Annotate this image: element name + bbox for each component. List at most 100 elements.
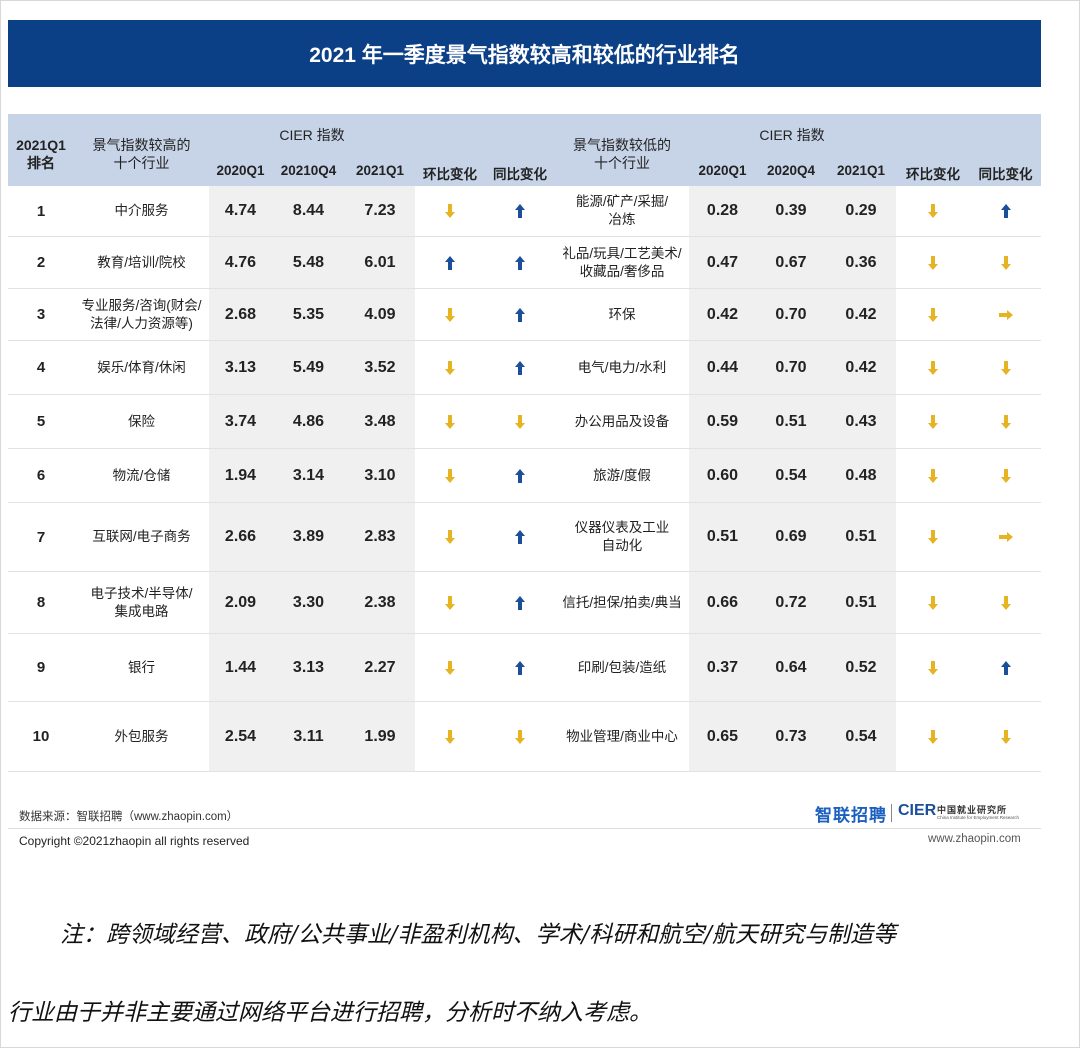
- rank-header: 2021Q1 排名: [8, 136, 74, 172]
- high-industry-line1: 中介服务: [114, 203, 169, 218]
- high-2020q4-value: 3.30: [272, 572, 345, 633]
- table-row: 10 外包服务 2.54 3.11 1.99 物业管理/商业中心 0.65 0.73 0.54: [8, 702, 1041, 772]
- table-row: 2 教育/培训/院校 4.76 5.48 6.01 礼品/玩具/工艺美术/收藏品/奢侈品 0…: [8, 237, 1041, 289]
- arrow-up-icon: [1000, 660, 1011, 675]
- low-yoy-arrow-cell: [970, 341, 1041, 394]
- high-industry-line1: 教育/培训/院校: [97, 254, 186, 270]
- high-2021q1-value: 7.23: [345, 186, 415, 236]
- left-col-2021q1: 2021Q1: [355, 163, 405, 178]
- low-2021q1-value: 0.36: [826, 237, 896, 288]
- high-2020q1-value: 4.74: [209, 186, 272, 236]
- low-industry-line1: 礼品/玩具/工艺美术/: [562, 245, 682, 261]
- arrow-down-icon: [445, 595, 455, 610]
- low-qoq-arrow-cell: [896, 237, 970, 288]
- high-industry-line1: 外包服务: [114, 728, 169, 744]
- high-qoq-arrow-cell: [415, 237, 485, 288]
- high-qoq-arrow-cell: [415, 289, 485, 340]
- arrow-up-icon: [515, 530, 525, 544]
- high-industry-line1: 电子技术/半导体/: [90, 585, 193, 601]
- high-yoy-arrow-cell: [485, 341, 555, 394]
- low-industry-header-line2: 十个行业: [594, 155, 650, 171]
- high-industry-line2: 法律/人力资源等): [90, 315, 193, 331]
- high-2021q1-value: 2.83: [345, 503, 415, 571]
- high-industry-header-line1: 景气指数较高的: [92, 137, 191, 153]
- arrow-down-icon: [1000, 255, 1011, 270]
- high-2021q1-value: 3.10: [345, 449, 415, 502]
- table-row: 9 银行 1.44 3.13 2.27 印刷/包装/造纸 0.37 0.64 0.52: [8, 634, 1041, 702]
- arrow-down-icon: [928, 468, 938, 483]
- rank-cell: 9: [36, 659, 46, 676]
- footer-divider: [8, 828, 1041, 829]
- low-yoy-arrow-cell: [970, 395, 1041, 448]
- low-2021q1-value: 0.42: [826, 289, 896, 340]
- low-industry-line1: 物业管理/商业中心: [566, 728, 678, 744]
- low-industry-cell: 物业管理/商业中心: [555, 702, 689, 771]
- table-row: 7 互联网/电子商务 2.66 3.89 2.83 仪器仪表及工业 自动化 0.51 0.69 0…: [8, 503, 1041, 572]
- high-2020q1-value: 2.09: [209, 572, 272, 633]
- low-industry-cell: 信托/担保/拍卖/典当: [555, 572, 689, 633]
- high-industry-cell: 互联网/电子商务: [74, 509, 210, 565]
- low-2020q1-value: 0.42: [689, 289, 756, 340]
- low-yoy-arrow-cell: [970, 572, 1041, 633]
- low-industry-cell: 环保: [555, 289, 689, 340]
- table-row: 5 保险 3.74 4.86 3.48 办公用品及设备 0.59 0.51 0.43: [8, 395, 1041, 449]
- low-2021q1-value: 0.51: [826, 503, 896, 571]
- low-qoq-arrow-cell: [896, 572, 970, 633]
- high-industry-cell: 外包服务: [74, 708, 210, 765]
- right-col-2020q1: 2020Q1: [698, 163, 747, 178]
- low-2021q1-value: 0.48: [826, 449, 896, 502]
- low-2021q1-value: 0.29: [826, 186, 896, 236]
- low-qoq-arrow-cell: [896, 289, 970, 340]
- low-2020q1-value: 0.51: [689, 503, 756, 571]
- cier-left-header: CIER 指数: [279, 127, 345, 143]
- arrow-down-icon: [928, 307, 938, 322]
- high-qoq-arrow-cell: [415, 503, 485, 571]
- low-industry-line2: 冶炼: [608, 212, 636, 227]
- low-qoq-arrow-cell: [896, 341, 970, 394]
- right-col-qoq: 环比变化: [906, 167, 960, 182]
- arrow-up-icon: [515, 468, 525, 483]
- low-2021q1-value: 0.52: [826, 634, 896, 701]
- high-industry-header: 景气指数较高的 十个行业: [74, 136, 209, 172]
- high-industry-header-line2: 十个行业: [113, 155, 170, 171]
- low-industry-line1: 信托/担保/拍卖/典当: [562, 594, 682, 610]
- arrow-down-icon: [515, 729, 525, 744]
- low-2020q1-value: 0.44: [689, 341, 756, 394]
- high-qoq-arrow-cell: [415, 449, 485, 502]
- low-2020q4-value: 0.70: [756, 289, 826, 340]
- arrow-up-icon: [515, 660, 525, 675]
- low-2020q4-value: 0.64: [756, 634, 826, 701]
- right-col-2021q1: 2021Q1: [836, 163, 886, 178]
- high-qoq-arrow-cell: [415, 702, 485, 771]
- rank-cell: 7: [36, 528, 46, 546]
- table-header: 2021Q1 排名 景气指数较高的 十个行业 CIER 指数 2020Q1 20…: [8, 114, 1041, 186]
- low-2021q1-value: 0.43: [826, 395, 896, 448]
- low-qoq-arrow-cell: [896, 702, 970, 771]
- arrow-down-icon: [1000, 595, 1011, 610]
- high-industry-cell: 教育/培训/院校: [74, 243, 210, 282]
- left-col-yoy: 同比变化: [493, 167, 547, 182]
- table-row: 3 专业服务/咨询(财会/法律/人力资源等) 2.68 5.35 4.09 环保 0.42 0…: [8, 289, 1041, 341]
- low-2020q4-value: 0.72: [756, 572, 826, 633]
- rank-cell: 5: [36, 413, 46, 430]
- arrow-down-icon: [445, 530, 455, 544]
- arrow-down-icon: [515, 414, 525, 429]
- high-2021q1-value: 3.48: [345, 395, 415, 448]
- high-yoy-arrow-cell: [485, 449, 555, 502]
- rank-header-line2: 排名: [27, 155, 55, 171]
- low-2020q1-value: 0.37: [689, 634, 756, 701]
- high-2020q4-value: 3.13: [272, 634, 345, 701]
- low-industry-line1: 旅游/度假: [593, 467, 651, 483]
- cier-logo: CIER: [898, 802, 937, 819]
- high-industry-cell: 保险: [74, 401, 210, 442]
- high-2020q4-value: 8.44: [272, 186, 345, 236]
- high-2021q1-value: 3.52: [345, 341, 415, 394]
- arrow-up-icon: [515, 255, 525, 270]
- low-industry-cell: 印刷/包装/造纸: [555, 634, 689, 701]
- low-yoy-arrow-cell: [970, 237, 1041, 288]
- low-qoq-arrow-cell: [896, 186, 970, 236]
- low-industry-line1: 办公用品及设备: [574, 413, 670, 429]
- arrow-down-icon: [445, 729, 455, 744]
- page-title: 2021 年一季度景气指数较高和较低的行业排名: [8, 20, 1041, 87]
- low-2020q4-value: 0.69: [756, 503, 826, 571]
